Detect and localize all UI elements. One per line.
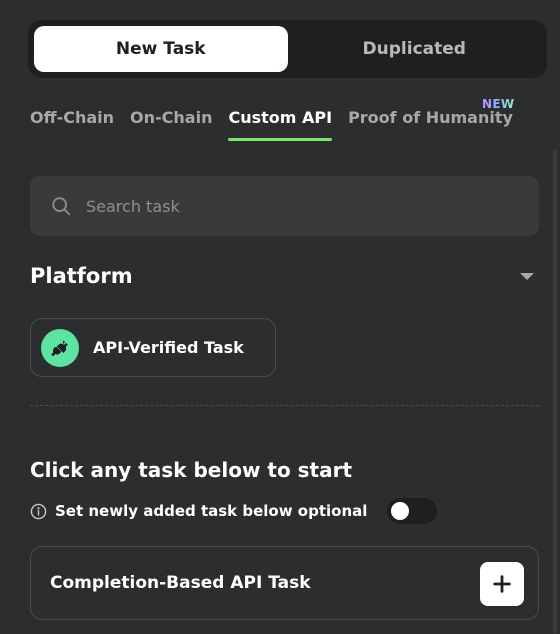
info-icon [30,503,47,519]
plus-icon [493,575,511,593]
duplicated-button[interactable]: Duplicated [288,26,542,72]
task-category-tabs: Off-Chain On-Chain Custom API Proof of H… [30,108,529,152]
new-badge: NEW [482,97,515,111]
toggle-knob [391,502,410,520]
task-list-heading: Click any task below to start [30,458,353,482]
api-verified-task-label: API-Verified Task [93,338,244,357]
completion-based-api-task-label: Completion-Based API Task [50,573,311,593]
optional-toggle[interactable] [387,498,438,524]
plug-icon [41,328,79,367]
tab-on-chain[interactable]: On-Chain [130,108,212,141]
optional-setting-label: Set newly added task below optional [55,502,368,520]
search-icon [52,197,71,216]
section-divider [30,405,539,406]
tab-off-chain[interactable]: Off-Chain [30,108,114,141]
add-task-button[interactable] [480,562,524,606]
search-input[interactable] [86,196,486,216]
chevron-down-icon[interactable] [520,273,534,280]
api-verified-task-button[interactable]: API-Verified Task [30,318,276,377]
task-mode-switch: New Task Duplicated [28,20,547,78]
scrollbar[interactable] [553,150,557,634]
platform-heading: Platform [30,264,133,288]
tab-proof-of-humanity[interactable]: Proof of Humanity [348,108,513,141]
completion-based-api-task-card[interactable]: Completion-Based API Task [30,546,539,620]
task-panel: New Task Duplicated Off-Chain On-Chain C… [0,0,560,634]
search-box [30,176,539,236]
tab-custom-api[interactable]: Custom API [228,108,332,141]
new-task-button[interactable]: New Task [34,26,288,72]
optional-setting-row: Set newly added task below optional [30,498,438,524]
